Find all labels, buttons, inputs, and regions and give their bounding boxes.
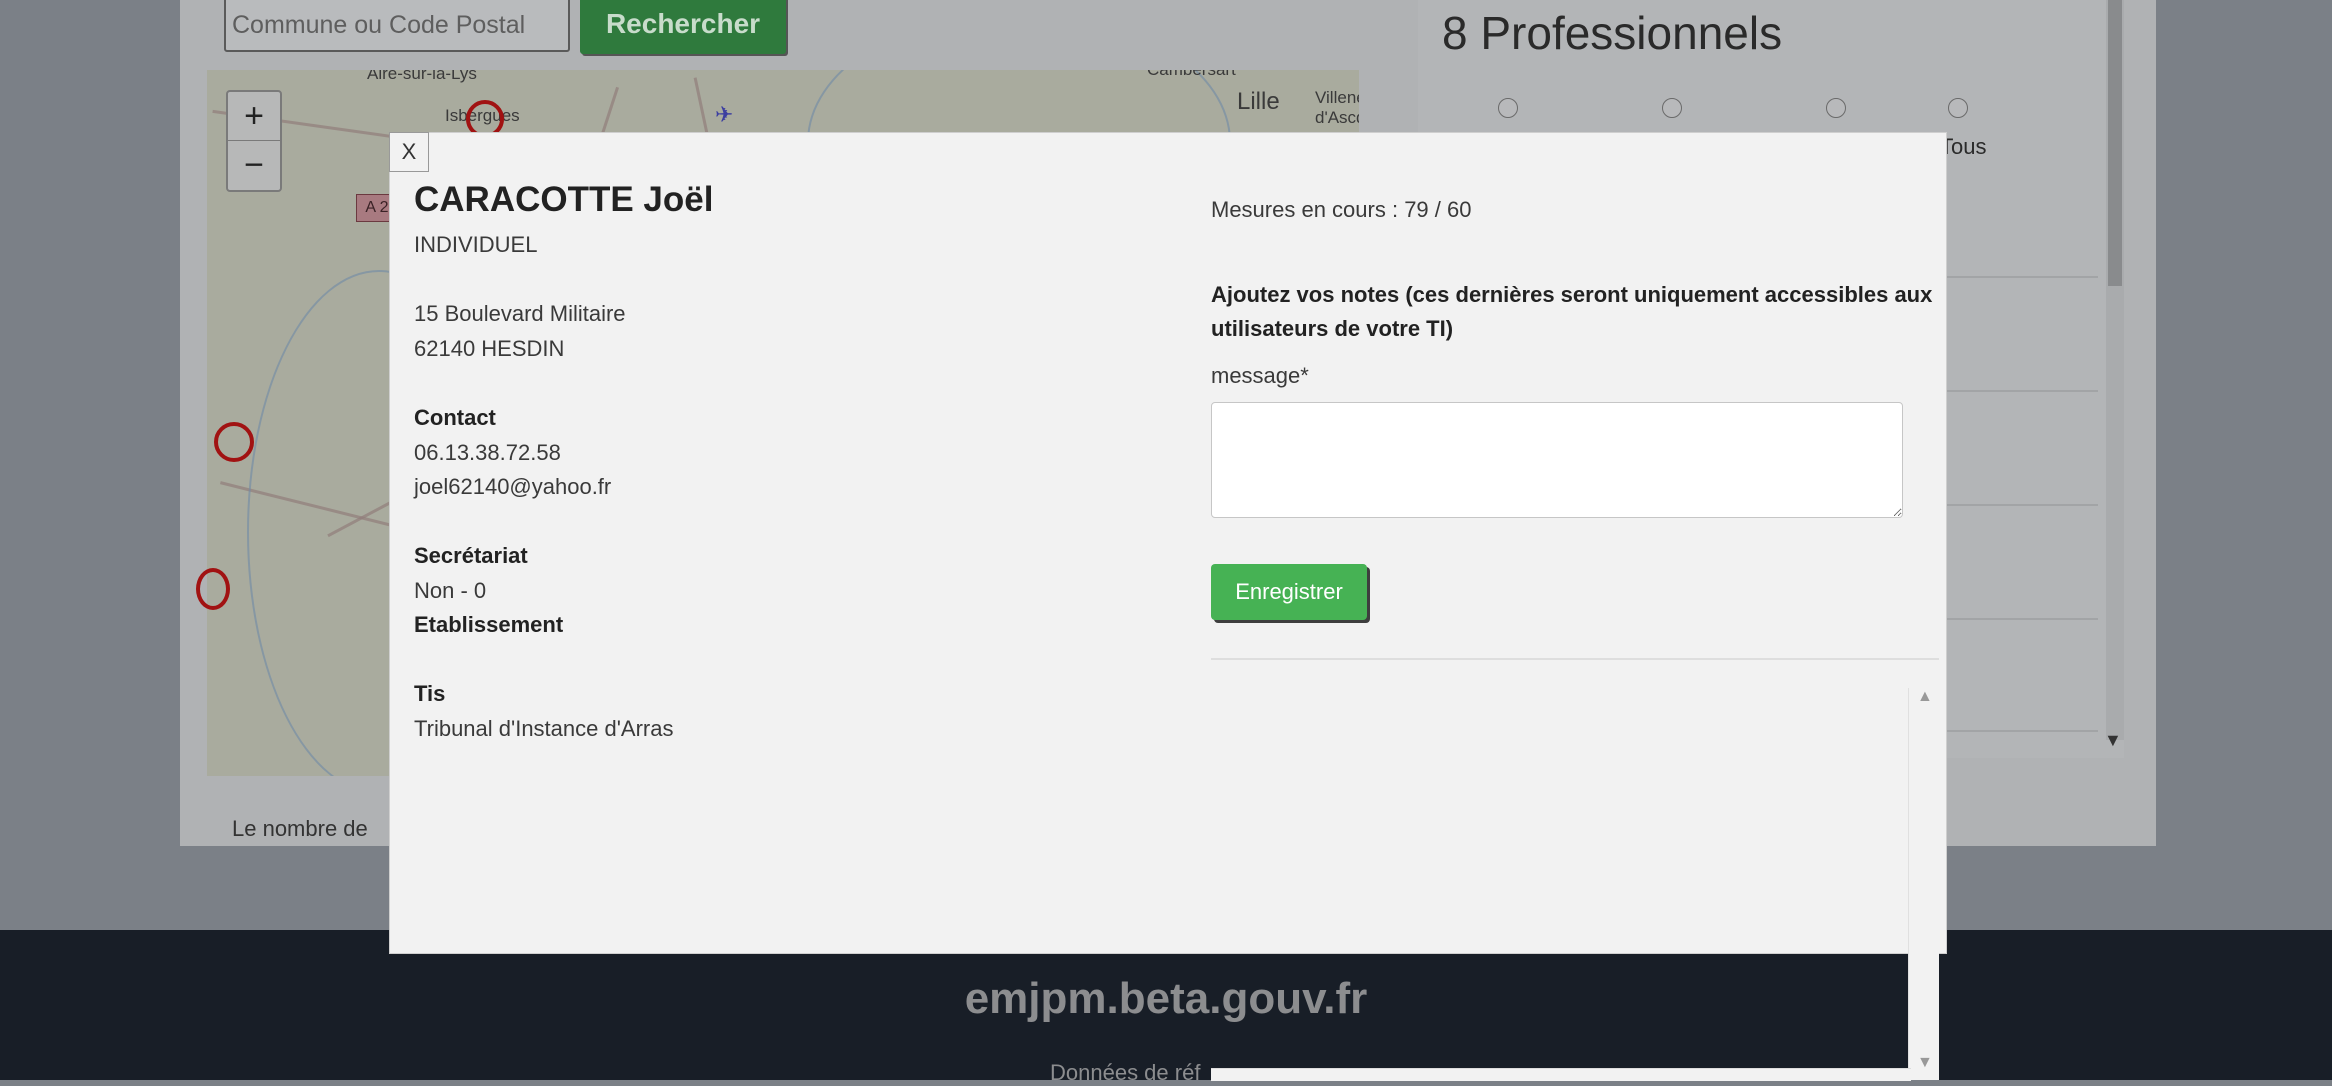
notes-horizontal-scrollbar[interactable] [1211, 1068, 1911, 1081]
result-count-text: Le nombre de [232, 816, 368, 841]
scroll-down-icon[interactable]: ▼ [1917, 1054, 1933, 1072]
map-label-aire: Aire-sur-la-Lys [367, 70, 477, 83]
notes-divider [1211, 658, 1939, 660]
filter-radio-1[interactable] [1498, 98, 1518, 118]
filter-radio-all[interactable] [1948, 98, 1968, 118]
city-search-input[interactable]: Commune ou Code Postal [224, 0, 570, 52]
tis-heading: Tis [414, 681, 446, 706]
filter-radio-3[interactable] [1826, 98, 1846, 118]
zoom-out-button[interactable]: − [228, 141, 280, 189]
message-label: message* [1211, 363, 1309, 388]
contact-email: joel62140@yahoo.fr [414, 474, 612, 499]
notes-scrollbar[interactable]: ▲ ▼ [1908, 688, 1939, 1080]
scroll-down-icon[interactable]: ▼ [2104, 730, 2122, 751]
scroll-up-icon[interactable]: ▲ [1917, 688, 1933, 706]
modal-close-button[interactable]: X [389, 132, 429, 172]
panel-scrollbar-thumb[interactable] [2108, 0, 2122, 286]
etablissement-heading: Etablissement [414, 612, 564, 637]
professional-detail-modal [389, 132, 1947, 954]
search-button[interactable]: Rechercher [580, 0, 786, 54]
contact-heading: Contact [414, 405, 496, 430]
tis-value: Tribunal d'Instance d'Arras [414, 716, 674, 741]
zoom-in-button[interactable]: + [228, 92, 280, 141]
mesures-en-cours: Mesures en cours : 79 / 60 [1211, 197, 1472, 222]
map-label-villeneuve: Villeneuve-d'Ascq [1315, 88, 1359, 127]
secretariat-value: Non - 0 [414, 578, 487, 603]
map-marker[interactable] [214, 422, 254, 462]
save-note-button[interactable]: Enregistrer [1211, 564, 1367, 620]
map-label-cambersart: Cambersart [1147, 70, 1236, 80]
footer-data-source: Données de réf [1050, 1060, 1201, 1085]
map-zoom-control: + − [226, 90, 282, 192]
address-line-1: 15 Boulevard Militaire [414, 301, 626, 326]
map-label-lille: Lille [1237, 88, 1280, 115]
notes-heading: Ajoutez vos notes (ces dernières seront … [1211, 282, 1933, 341]
address-line-2: 62140 HESDIN [414, 336, 565, 361]
map-marker[interactable] [196, 568, 230, 610]
message-textarea[interactable] [1211, 402, 1903, 518]
secretariat-heading: Secrétariat [414, 543, 528, 568]
footer-site-title: emjpm.beta.gouv.fr [964, 974, 1368, 1023]
filter-radio-2[interactable] [1662, 98, 1682, 118]
professional-type: INDIVIDUEL [414, 232, 538, 257]
professional-name: CARACOTTE Joël [414, 180, 714, 219]
contact-phone: 06.13.38.72.58 [414, 440, 561, 465]
professionals-count-title: 8 Professionnels [1442, 7, 1783, 59]
airport-icon: ✈ [715, 102, 734, 127]
